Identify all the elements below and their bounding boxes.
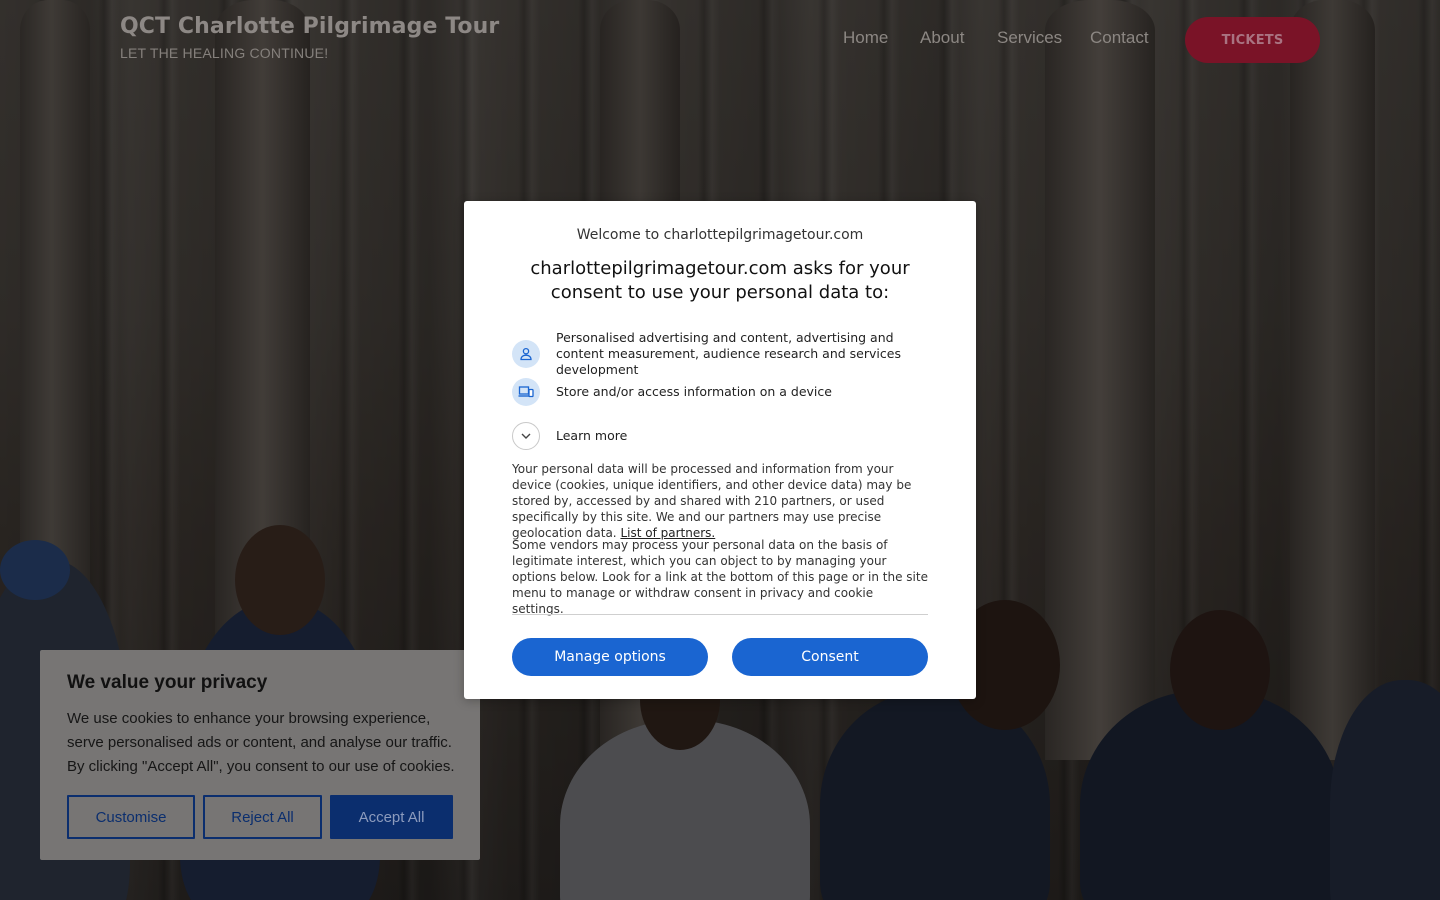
consent-purpose: Store and/or access information on a dev… [512,378,928,406]
learn-more-toggle[interactable]: Learn more [512,422,928,450]
person-icon [512,340,540,368]
nav-services-link[interactable]: Services [997,28,1062,48]
consent-purpose: Personalised advertising and content, ad… [512,330,928,378]
reject-all-button[interactable]: Reject All [203,795,322,839]
learn-more-label[interactable]: Learn more [556,428,627,444]
chevron-down-icon[interactable] [512,422,540,450]
tickets-button[interactable]: TICKETS [1185,17,1320,63]
nav-about-link[interactable]: About [920,28,964,48]
consent-paragraph-2: Some vendors may process your personal d… [512,538,928,616]
consent-welcome: Welcome to charlottepilgrimagetour.com [576,227,864,243]
consent-purpose-label: Store and/or access information on a dev… [556,384,832,399]
manage-options-button[interactable]: Manage options [512,638,708,676]
consent-paragraph-1: Your personal data will be processed and… [512,461,928,541]
accept-all-button[interactable]: Accept All [330,795,453,839]
consent-divider [512,614,928,615]
consent-dialog: Welcome to charlottepilgrimagetour.com c… [464,201,976,699]
cookie-banner: We value your privacy We use cookies to … [40,650,480,860]
cookie-banner-title: We value your privacy [67,672,268,693]
consent-button[interactable]: Consent [732,638,928,676]
nav-home-link[interactable]: Home [843,28,888,48]
customise-button[interactable]: Customise [67,795,195,839]
consent-purpose-label: Personalised advertising and content, ad… [556,330,901,377]
site-header: QCT Charlotte Pilgrimage Tour LET THE HE… [0,0,1440,90]
site-tagline: LET THE HEALING CONTINUE! [120,45,329,61]
site-title[interactable]: QCT Charlotte Pilgrimage Tour [120,14,499,39]
nav-contact-link[interactable]: Contact [1090,28,1149,48]
consent-heading: charlottepilgrimagetour.com asks for you… [530,258,910,303]
cookie-banner-text: We use cookies to enhance your browsing … [67,710,455,775]
devices-icon [512,378,540,406]
